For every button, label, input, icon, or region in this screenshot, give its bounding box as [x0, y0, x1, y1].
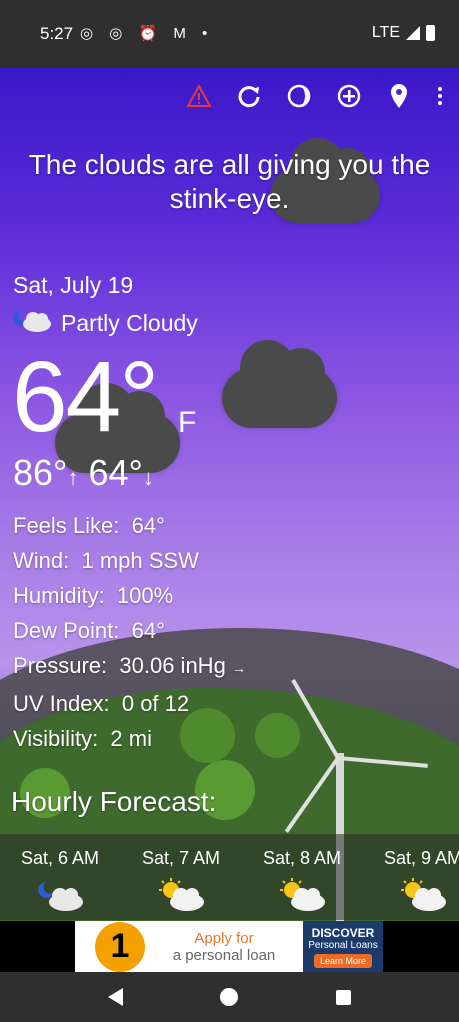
ad-brand: DISCOVER	[311, 925, 375, 940]
night-partly-cloudy-icon	[38, 882, 83, 911]
detail-wind: Wind: 1 mph SSW	[13, 548, 199, 573]
recent-apps-icon[interactable]	[336, 990, 351, 1005]
toolbar	[185, 82, 445, 110]
high-low: 86°↑ 64°↓	[13, 452, 154, 494]
ad-badge: 1	[95, 921, 145, 972]
current-temperature: 64°	[12, 341, 159, 453]
high-temp: 86°	[13, 452, 68, 493]
low-temp: 64°	[88, 452, 143, 493]
hourly-forecast-strip[interactable]: Sat, 6 AM Sat, 7 AM Sat, 8 AM Sat, 9 AM	[0, 834, 459, 920]
pressure-trend-arrow-icon: →	[231, 660, 246, 676]
refresh-icon[interactable]	[235, 82, 263, 110]
ad-line1: Apply for	[194, 929, 254, 947]
theme-icon[interactable]	[285, 82, 313, 110]
navigation-bar	[0, 972, 459, 1022]
ad-cta-button[interactable]: Learn More	[313, 953, 373, 968]
more-icon[interactable]	[435, 82, 445, 110]
detail-pressure: Pressure: 30.06 inHg →	[13, 653, 246, 678]
detail-humidity: Humidity: 100%	[13, 583, 174, 608]
detail-feels-like: Feels Like: 64°	[13, 513, 165, 538]
hourly-forecast-title: Hourly Forecast:	[11, 786, 217, 817]
detail-dew-point: Dew Point: 64°	[13, 618, 165, 643]
status-right: LTE	[372, 24, 435, 42]
day-partly-cloudy-icon	[159, 878, 204, 911]
tree	[255, 713, 300, 758]
ad-text: Apply for a personal loan	[145, 930, 303, 964]
day-partly-cloudy-icon	[401, 878, 446, 911]
hourly-time: Sat, 7 AM	[141, 848, 221, 868]
partly-cloudy-night-icon	[13, 306, 53, 340]
detail-visibility: Visibility: 2 mi	[13, 726, 152, 751]
hourly-time: Sat, 8 AM	[262, 848, 342, 868]
ad-line2: a personal loan	[172, 946, 276, 964]
ad-banner[interactable]: 1 Apply for a personal loan DISCOVER Per…	[75, 921, 383, 972]
temperature-unit: F	[178, 406, 197, 439]
cloud-graphic	[222, 340, 337, 428]
day-partly-cloudy-icon	[280, 878, 325, 911]
status-time: 5:27	[40, 24, 74, 43]
hourly-time: Sat, 9 AM	[383, 848, 459, 868]
notification-icons: ◎ ◎ ⏰ M •	[80, 25, 214, 42]
detail-uv-index: UV Index: 0 of 12	[13, 691, 190, 716]
ad-brand-sub: Personal Loans	[308, 939, 378, 951]
weather-quote: The clouds are all giving you the stink-…	[28, 149, 431, 214]
alert-icon[interactable]	[185, 82, 213, 110]
battery-icon	[426, 25, 435, 41]
down-arrow-icon: ↓	[142, 465, 154, 490]
weather-details: Feels Like: 64° Wind: 1 mph SSW Humidity…	[13, 508, 246, 756]
location-pin-icon[interactable]	[385, 82, 413, 110]
current-condition: Partly Cloudy	[13, 306, 198, 340]
current-date: Sat, July 19	[13, 272, 134, 298]
hourly-time: Sat, 6 AM	[20, 848, 100, 868]
signal-icon	[406, 26, 420, 40]
ad-brand-panel: DISCOVER Personal Loans Learn More	[303, 921, 383, 972]
network-type: LTE	[371, 24, 400, 41]
back-icon[interactable]	[108, 988, 123, 1006]
up-arrow-icon: ↑	[67, 465, 79, 490]
home-icon[interactable]	[220, 988, 238, 1006]
status-bar: 5:27 ◎ ◎ ⏰ M • LTE	[0, 0, 459, 68]
add-location-icon[interactable]	[335, 82, 363, 110]
condition-text: Partly Cloudy	[61, 309, 198, 336]
